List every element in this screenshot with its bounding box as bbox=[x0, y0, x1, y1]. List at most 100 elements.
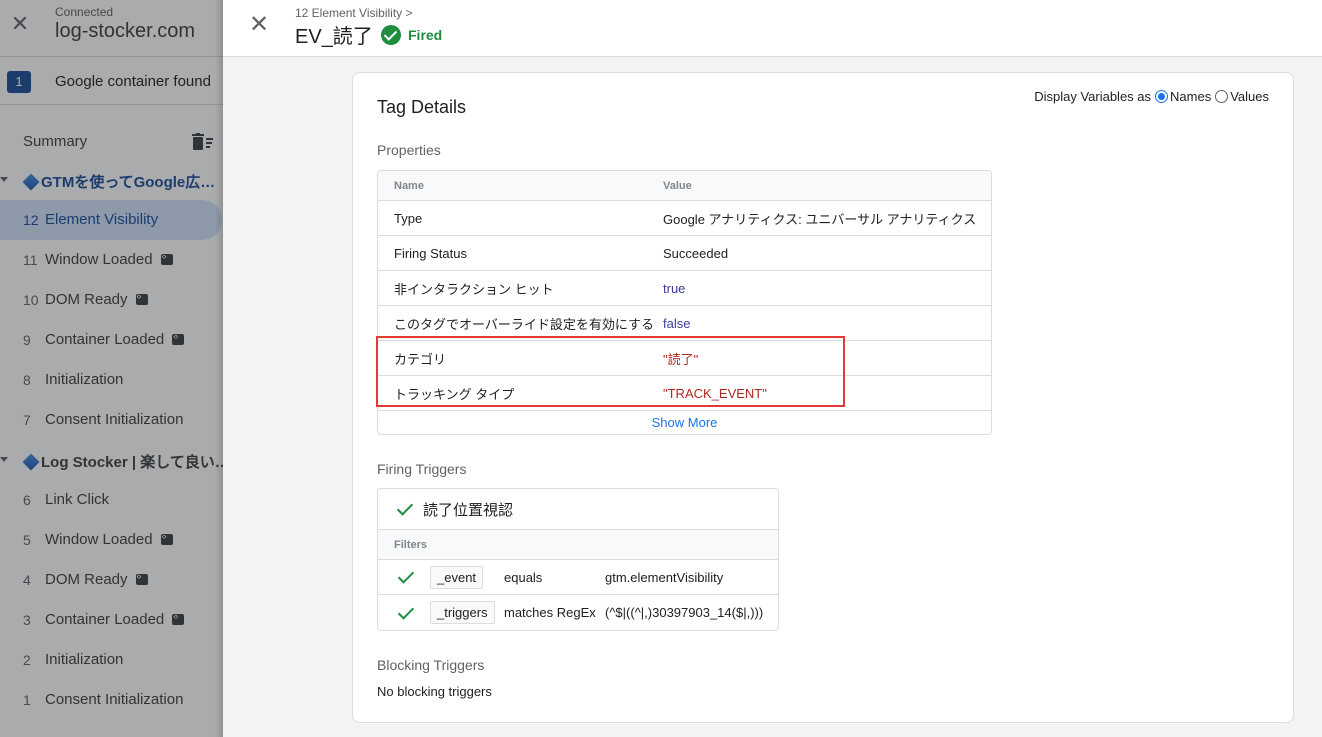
names-radio[interactable] bbox=[1155, 90, 1169, 103]
event-number: 6 bbox=[23, 492, 31, 508]
display-variables-label: Display Variables as bbox=[1034, 89, 1152, 104]
table-row: トラッキング タイプ "TRACK_EVENT" bbox=[378, 376, 991, 411]
properties-table: Name Value Type Google アナリティクス: ユニバーサル ア… bbox=[377, 170, 992, 435]
event-item[interactable]: 9 Container Loaded bbox=[0, 320, 223, 360]
check-icon bbox=[397, 570, 415, 584]
event-label: DOM Ready bbox=[45, 291, 128, 308]
event-number: 9 bbox=[23, 332, 31, 348]
properties-heading: Properties bbox=[377, 142, 441, 158]
property-name: トラッキング タイプ bbox=[394, 386, 515, 402]
event-number: 3 bbox=[23, 612, 31, 628]
event-item[interactable]: 11 Window Loaded bbox=[0, 240, 223, 280]
connection-status: Connected bbox=[55, 5, 114, 19]
property-value: true bbox=[663, 280, 686, 296]
event-number: 7 bbox=[23, 412, 31, 428]
filter-value: (^$|((^|,)30397903_14($|,))) bbox=[605, 605, 764, 620]
panel-header: ✕ 12 Element Visibility > EV_読了 Fired bbox=[223, 0, 1322, 57]
filter-row: _triggers matches RegEx (^$|((^|,)303979… bbox=[378, 595, 778, 630]
event-label: Window Loaded bbox=[45, 531, 153, 548]
filter-variable: _triggers bbox=[430, 601, 495, 624]
values-radio-label[interactable]: Values bbox=[1230, 89, 1269, 104]
event-label: Container Loaded bbox=[45, 611, 165, 628]
close-icon[interactable]: ✕ bbox=[8, 12, 32, 36]
caret-down-icon[interactable] bbox=[0, 177, 8, 182]
summary-row[interactable]: Summary bbox=[0, 105, 223, 160]
blocking-triggers-heading: Blocking Triggers bbox=[377, 657, 485, 673]
no-blocking-triggers-text: No blocking triggers bbox=[377, 684, 492, 699]
event-item[interactable]: 5 Window Loaded bbox=[0, 520, 223, 560]
show-more-link[interactable]: Show More bbox=[378, 411, 991, 434]
tag-detail-panel: ✕ 12 Element Visibility > EV_読了 Fired Ta… bbox=[223, 0, 1322, 737]
diamond-icon bbox=[22, 173, 40, 191]
code-icon bbox=[160, 251, 173, 265]
tag-details-card: Tag Details Display Variables as Names V… bbox=[352, 72, 1294, 723]
event-label: Window Loaded bbox=[45, 251, 153, 268]
column-header-name: Name bbox=[394, 179, 424, 192]
check-circle-icon bbox=[381, 25, 401, 45]
event-item[interactable]: 1 Consent Initialization bbox=[0, 680, 223, 720]
values-radio[interactable] bbox=[1215, 90, 1229, 103]
page-group-1[interactable]: GTMを使ってGoogle広… bbox=[0, 160, 223, 200]
code-icon bbox=[160, 531, 173, 545]
container-found-row[interactable]: 1 Google container found bbox=[0, 57, 223, 105]
code-icon bbox=[135, 291, 148, 305]
event-number: 1 bbox=[23, 692, 31, 708]
event-item[interactable]: 7 Consent Initialization bbox=[0, 400, 223, 440]
event-item[interactable]: 8 Initialization bbox=[0, 360, 223, 400]
property-name: カテゴリ bbox=[394, 351, 447, 367]
event-item[interactable]: 12 Element Visibility bbox=[0, 200, 222, 240]
code-icon bbox=[135, 571, 148, 585]
event-label: Element Visibility bbox=[45, 211, 159, 228]
names-radio-label[interactable]: Names bbox=[1170, 89, 1211, 104]
clear-messages-icon[interactable] bbox=[192, 133, 214, 151]
close-panel-icon[interactable]: ✕ bbox=[247, 12, 271, 38]
event-item[interactable]: 4 DOM Ready bbox=[0, 560, 223, 600]
table-header: Name Value bbox=[378, 171, 991, 201]
code-icon bbox=[172, 611, 185, 625]
event-number: 11 bbox=[23, 252, 38, 268]
container-found-label: Google container found bbox=[55, 73, 211, 90]
event-number: 8 bbox=[23, 372, 31, 388]
diamond-icon bbox=[22, 453, 40, 471]
caret-down-icon[interactable] bbox=[0, 457, 8, 462]
container-count-badge: 1 bbox=[7, 71, 31, 93]
property-value: false bbox=[663, 315, 691, 331]
property-value: Succeeded bbox=[663, 245, 729, 261]
page-group-label: Log Stocker | 楽して良い… bbox=[41, 454, 223, 471]
filter-operator: matches RegEx bbox=[504, 605, 596, 620]
column-header-value: Value bbox=[663, 179, 692, 192]
summary-label: Summary bbox=[23, 133, 88, 150]
event-number: 2 bbox=[23, 652, 31, 668]
property-name: Type bbox=[394, 210, 423, 226]
property-name: 非インタラクション ヒット bbox=[394, 281, 554, 297]
trigger-name: 読了位置視認 bbox=[423, 501, 514, 519]
filter-row: _event equals gtm.elementVisibility bbox=[378, 560, 778, 595]
event-number: 4 bbox=[23, 572, 31, 588]
property-name: Firing Status bbox=[394, 245, 467, 261]
sidebar-header: ✕ Connected log-stocker.com bbox=[0, 0, 223, 57]
table-row: このタグでオーバーライド設定を有効にする false bbox=[378, 306, 991, 341]
filters-header: Filters bbox=[378, 530, 778, 560]
event-item[interactable]: 6 Link Click bbox=[0, 480, 223, 520]
table-row: 非インタラクション ヒット true bbox=[378, 271, 991, 306]
event-label: Link Click bbox=[45, 491, 110, 508]
event-item[interactable]: 10 DOM Ready bbox=[0, 280, 223, 320]
property-value: "TRACK_EVENT" bbox=[663, 385, 767, 401]
tag-title: EV_読了 bbox=[295, 26, 373, 48]
property-value: "読了" bbox=[663, 351, 699, 367]
check-icon bbox=[396, 502, 414, 516]
connected-domain: log-stocker.com bbox=[55, 20, 196, 42]
code-icon bbox=[172, 331, 185, 345]
page-group-2[interactable]: Log Stocker | 楽して良い… bbox=[0, 440, 223, 480]
card-title: Tag Details bbox=[377, 97, 467, 117]
filter-operator: equals bbox=[504, 569, 543, 585]
display-variables-toggle: Display Variables as Names Values bbox=[1034, 89, 1269, 104]
filter-variable: _event bbox=[430, 565, 484, 589]
breadcrumb[interactable]: 12 Element Visibility > bbox=[295, 6, 413, 20]
trigger-header[interactable]: 読了位置視認 bbox=[378, 489, 778, 530]
event-label: Consent Initialization bbox=[45, 691, 184, 708]
event-item[interactable]: 2 Initialization bbox=[0, 640, 223, 680]
event-number: 10 bbox=[23, 292, 39, 308]
event-item[interactable]: 3 Container Loaded bbox=[0, 600, 223, 640]
status-label: Fired bbox=[408, 27, 443, 43]
